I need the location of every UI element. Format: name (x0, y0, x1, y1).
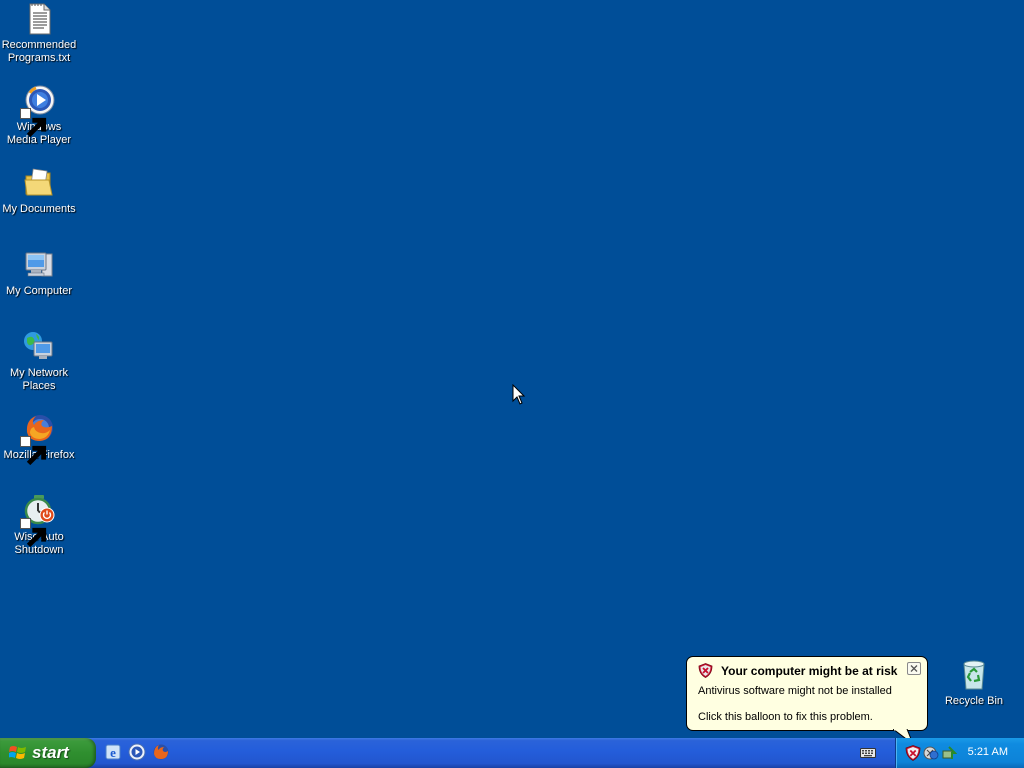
desktop-icon-my-network-places[interactable]: My Network Places (0, 330, 78, 393)
firefox-icon[interactable] (152, 743, 170, 761)
balloon-message: Antivirus software might not be installe… (698, 685, 892, 697)
folder-icon (22, 166, 56, 200)
taskbar-clock[interactable]: 5:21 AM (968, 746, 1008, 758)
network-icon[interactable] (923, 745, 939, 761)
security-notification-balloon[interactable]: Your computer might be at risk Antivirus… (686, 656, 928, 731)
shortcut-arrow-icon (20, 436, 47, 466)
desktop-icon-windows-media-player[interactable]: Windows Media Player (0, 84, 78, 147)
desktop-icon-label: My Network Places (9, 367, 69, 392)
network-places-icon (22, 330, 56, 364)
desktop-icon-wise-auto-shutdown[interactable]: Wise Auto Shutdown (0, 494, 78, 557)
mouse-cursor-icon (512, 383, 526, 406)
security-shield-icon (698, 663, 713, 678)
media-player-icon (20, 84, 56, 138)
system-tray: 5:21 AM (895, 738, 1024, 768)
quick-launch-bar: e (104, 743, 170, 761)
desktop-icon-my-computer[interactable]: My Computer (0, 248, 78, 298)
desktop-icon-recommended-programs[interactable]: Recommended Programs.txt (0, 2, 78, 65)
balloon-action-text[interactable]: Click this balloon to fix this problem. (698, 711, 873, 723)
windows-logo-icon (9, 746, 26, 759)
shutdown-icon (20, 494, 56, 548)
desktop-icon-label: My Documents (2, 203, 76, 215)
svg-text:e: e (110, 745, 116, 760)
taskbar: start e 5:21 AM (0, 738, 1024, 768)
computer-icon (22, 248, 56, 282)
desktop-icon-my-documents[interactable]: My Documents (0, 166, 78, 216)
shortcut-arrow-icon (20, 518, 47, 548)
balloon-title: Your computer might be at risk (721, 664, 898, 678)
desktop-icon-label: Recommended Programs.txt (1, 39, 77, 64)
security-alert-icon[interactable] (905, 745, 921, 761)
desktop-icon-label: My Computer (5, 285, 73, 297)
desktop-icon-label: Recycle Bin (944, 695, 1004, 707)
start-label: start (32, 743, 69, 762)
start-button[interactable]: start (0, 738, 96, 768)
desktop-icon-recycle-bin[interactable]: Recycle Bin (935, 658, 1013, 708)
shortcut-arrow-icon (20, 108, 47, 138)
safely-remove-icon[interactable] (941, 745, 957, 761)
media-player-icon[interactable] (128, 743, 146, 761)
internet-explorer-icon[interactable]: e (104, 743, 122, 761)
firefox-icon (20, 412, 56, 466)
desktop-icon-mozilla-firefox[interactable]: Mozilla Firefox (0, 412, 78, 466)
close-icon (910, 665, 918, 672)
text-file-icon (22, 2, 56, 36)
keyboard-language-icon[interactable] (860, 746, 876, 760)
recycle-bin-icon (957, 658, 991, 692)
balloon-close-button[interactable] (907, 662, 921, 675)
desktop[interactable]: Recommended Programs.txt Windows Media P… (0, 0, 1024, 768)
